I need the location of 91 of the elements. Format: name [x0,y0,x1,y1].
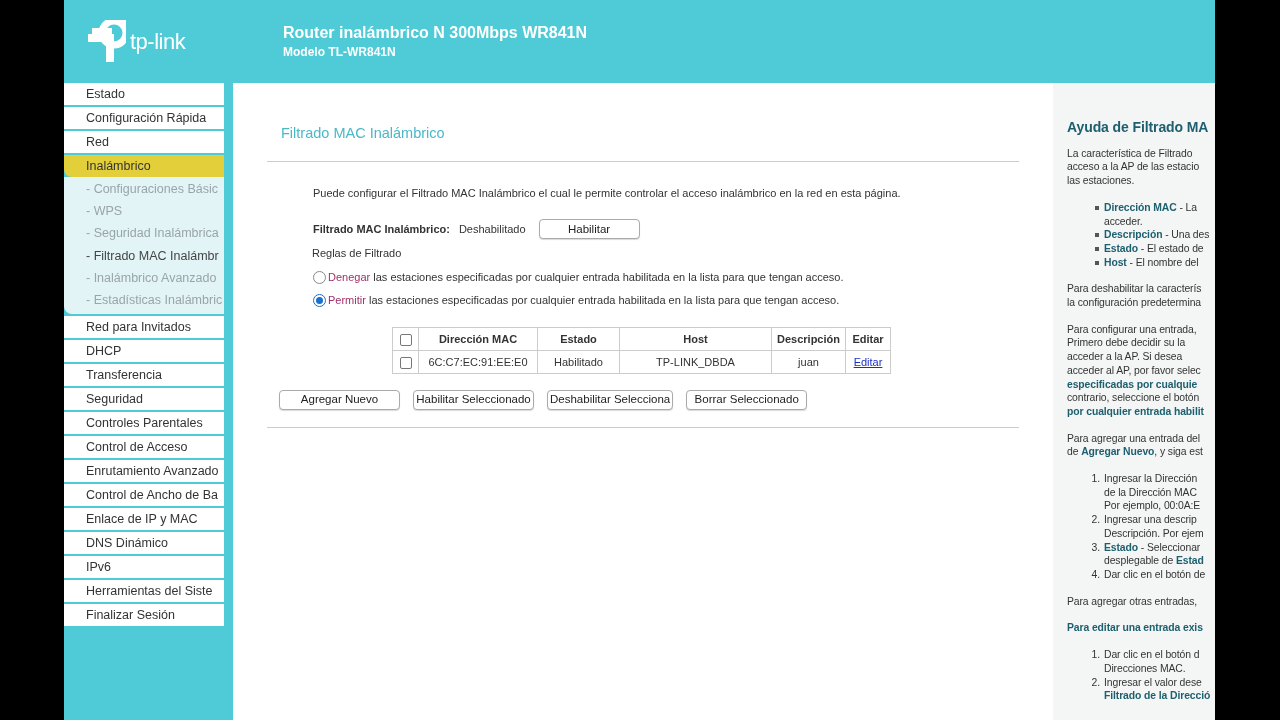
sidebar-item[interactable]: IPv6 [64,556,224,579]
tp-link-logo-icon [86,19,126,64]
help-text-line: Dirección MAC - La [1104,200,1197,215]
sidebar-item[interactable]: Red para Invitados [64,316,224,339]
help-text-line: Direcciones MAC. [1104,661,1186,676]
help-title: Ayuda de Filtrado MA [1067,121,1210,135]
list-number: 2. [1090,675,1101,690]
sidebar-item[interactable]: Herramientas del Siste [64,580,224,603]
column-header: Dirección MAC [418,327,538,351]
help-text-line: Para agregar otras entradas, [1067,594,1198,609]
help-text-line: especificadas por cualquie [1067,377,1198,392]
help-text-line: las estaciones. [1067,174,1135,188]
help-text-line: Dar clic en el botón d [1104,648,1200,662]
rule-option-text: Denegar las estaciones especificadas por cualquier entrada habilitada en la lista para que tengan acceso. [328,269,844,285]
list-number: 3. [1090,540,1101,555]
help-text-line: Descripción. Por ejem [1104,526,1204,541]
bullet-icon [1095,260,1099,265]
select-all-checkbox[interactable] [399,333,412,346]
help-text-line: de la Dirección MAC [1104,485,1197,500]
sidebar-item[interactable]: Control de Ancho de Ba [64,484,224,507]
column-header: Estado [537,327,620,351]
bullet-icon [1095,205,1099,210]
list-number: 1. [1090,472,1101,487]
radio-button[interactable] [313,294,326,307]
help-text-line: Para configurar una entrada, [1067,322,1197,337]
help-text-line: la configuración predetermina [1067,296,1201,310]
help-subheading: Para editar una entrada exis [1067,621,1203,636]
table-cell: 6C:C7:EC:91:EE:E0 [418,350,538,374]
model-name: Modelo TL-WR841N [283,43,397,61]
help-text-line: Filtrado de la Direcció [1104,689,1211,703]
filter-status-label: Filtrado MAC Inalámbrico: [313,222,450,237]
help-text-line: Ingresar una descrip [1104,513,1197,527]
page-title: Filtrado MAC Inalámbrico [280,124,446,143]
filter-status-value: Deshabilitado [458,222,526,237]
action-button[interactable]: Agregar Nuevo [279,389,400,410]
sidebar-item[interactable]: Configuración Rápida [64,107,224,129]
column-header: Descripción [771,327,846,351]
list-number: 4. [1090,568,1101,582]
sidebar-item[interactable]: Enrutamiento Avanzado [64,460,224,483]
sidebar-item[interactable]: DHCP [64,340,224,363]
help-text-line: Ingresar la Dirección [1104,472,1198,486]
help-text-line: acceder al AP, por favor selec [1067,363,1201,378]
list-number: 2. [1090,513,1101,528]
help-text-line: La característica de Filtrado [1067,146,1193,161]
help-text-line: contrario, seleccione el botón [1067,391,1200,405]
bullet-icon [1095,246,1099,251]
sidebar-item[interactable]: Finalizar Sesión [64,604,224,627]
radio-button[interactable] [313,270,326,284]
sidebar-item[interactable]: Inalámbrico [64,155,224,177]
sidebar-item[interactable]: Estado [64,83,224,105]
column-header: Host [619,327,772,351]
column-header: Editar [845,327,891,351]
description-text: Puede configurar el Filtrado MAC Inalámbrico el cual le permite controlar el acceso inalámbrico en la red en esta página. [313,185,902,201]
bullet-icon [1095,233,1099,238]
help-text-line: acceder. [1104,214,1143,229]
rule-option-text: Permitir las estaciones especificadas por cualquier entrada habilitada en la lista para que tengan acceso. [328,293,840,309]
help-text-line: Estado - Seleccionar [1104,540,1201,555]
help-text-line: acceso a la AP de las estacio [1067,160,1200,175]
row-checkbox[interactable] [399,356,412,369]
help-text-line: Para agregar una entrada del [1067,431,1200,446]
help-text-line: Por ejemplo, 00:0A:E [1104,499,1201,514]
logo-text: tp-link [130,28,186,56]
list-number: 1. [1090,648,1101,663]
help-text-line: desplegable de Estad [1104,554,1204,568]
table-cell: juan [771,350,846,374]
action-button[interactable]: Borrar Seleccionado [686,389,808,410]
table-cell: Habilitado [537,350,620,374]
help-text-line: Ingresar el valor dese [1104,675,1202,690]
help-text-line: por cualquier entrada habilit [1067,404,1204,419]
sidebar-item[interactable]: Control de Acceso [64,436,224,459]
rules-label: Reglas de Filtrado [312,246,403,262]
action-button[interactable]: Habilitar Seleccionado [413,389,534,410]
sidebar-item[interactable]: Transferencia [64,364,224,387]
help-text-line: de Agregar Nuevo, y siga est [1067,445,1203,460]
sidebar-item[interactable]: DNS Dinámico [64,532,224,555]
action-button[interactable]: Deshabilitar Selecciona [547,389,674,410]
help-text-line: Host - El nombre del [1104,255,1199,270]
submenu-item[interactable]: - Filtrado MAC Inalámbr [64,244,224,267]
help-text-line: Estado - El estado de [1104,241,1204,256]
help-text-line: Descripción - Una des [1104,228,1210,242]
enable-button[interactable]: Habilitar [538,219,640,240]
sidebar-item[interactable]: Red [64,131,224,153]
product-title: Router inalámbrico N 300Mbps WR841N [283,22,588,43]
help-text-line: acceder a la AP. Si desea [1067,350,1183,364]
sidebar-item[interactable]: Seguridad [64,388,224,411]
help-text-line: Para deshabilitar la caracterís [1067,282,1202,297]
table-cell: TP-LINK_DBDA [619,350,772,374]
sidebar-item[interactable]: Controles Parentales [64,412,224,435]
sidebar-item[interactable]: Enlace de IP y MAC [64,508,224,531]
help-text-line: Dar clic en el botón de [1104,568,1206,582]
help-text-line: Primero debe decidir su la [1067,336,1186,351]
